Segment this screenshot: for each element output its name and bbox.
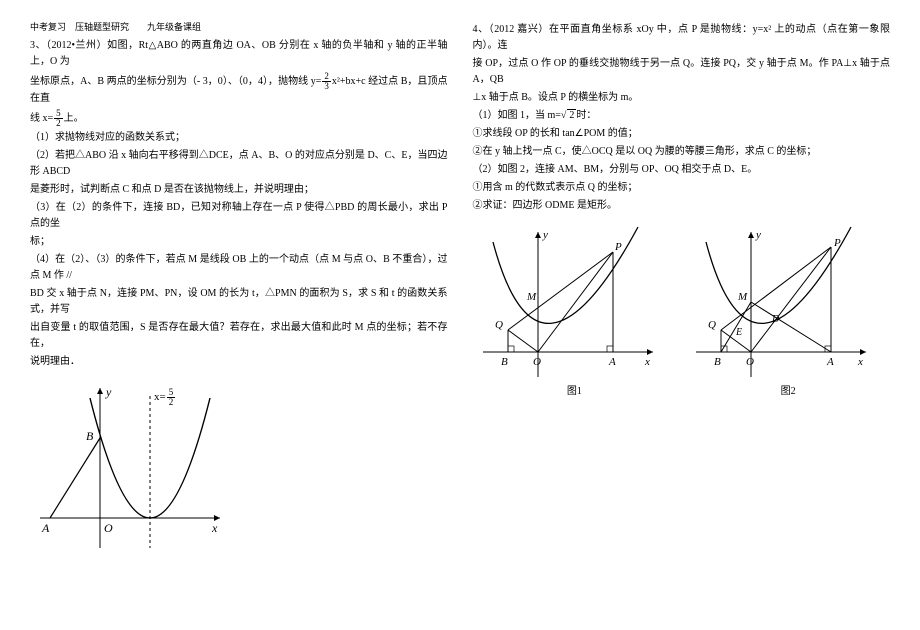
svg-text:O: O <box>533 356 541 368</box>
svg-text:x: x <box>644 356 650 368</box>
text: （1）如图 1，当 m= <box>473 110 561 121</box>
figure1-box: P Q M B O A x y 图1 <box>473 222 677 400</box>
q4b: BD 交 x 轴于点 N，连接 PM、PN，设 OM 的长为 t，△PMN 的面… <box>30 286 448 318</box>
svg-text:x: x <box>211 521 218 535</box>
problem4-b: 接 OP，过点 O 作 OP 的垂线交抛物线于另一点 Q。连接 PQ，交 y 轴… <box>473 56 891 88</box>
q2a: （2）如图 2，连接 AM、BM，分别与 OP、OQ 相交于点 D、E。 <box>473 162 891 178</box>
figure-left: B A O x y x=52 <box>30 378 448 558</box>
q2-2: ②求证：四边形 ODME 是矩形。 <box>473 198 891 214</box>
q1: （1）如图 1，当 m=√2时： <box>473 108 891 124</box>
svg-text:P: P <box>614 241 622 253</box>
q1: （1）求抛物线对应的函数关系式； <box>30 130 448 146</box>
svg-text:D: D <box>771 314 780 325</box>
svg-text:O: O <box>746 356 754 368</box>
svg-text:y: y <box>105 385 112 399</box>
fraction-2-3: 23 <box>322 72 331 91</box>
svg-text:M: M <box>526 291 537 303</box>
symmetry-label: x=52 <box>154 388 176 407</box>
figure2: P Q M D E B O A x y <box>686 222 876 382</box>
figures-right: P Q M B O A x y 图1 <box>473 222 891 400</box>
text: 坐标原点，A、B 两点的坐标分别为（- 3，0）、（0，4），抛物线 y= <box>30 76 321 87</box>
svg-text:O: O <box>104 521 113 535</box>
svg-text:y: y <box>755 229 761 241</box>
fraction-5-2-fig: 52 <box>167 388 176 407</box>
svg-text:B: B <box>501 356 508 368</box>
q1-1: ①求线段 OP 的长和 tan∠POM 的值； <box>473 126 891 142</box>
fraction-5-2: 52 <box>54 109 63 128</box>
svg-text:x: x <box>857 356 863 368</box>
svg-text:Q: Q <box>708 319 716 331</box>
q4a: （4）在（2）、（3）的条件下，若点 M 是线段 OB 上的一个动点（点 M 与… <box>30 252 448 284</box>
problem3-intro: 3、（2012•兰州）如图，Rt△ABO 的两直角边 OA、OB 分别在 x 轴… <box>30 38 448 70</box>
fig1-label: 图1 <box>473 384 677 400</box>
q3a: （3）在（2）的条件下，连接 BD，已知对称轴上存在一点 P 使得△PBD 的周… <box>30 200 448 232</box>
q3b: 标； <box>30 234 448 250</box>
svg-text:A: A <box>608 356 616 368</box>
left-column: 中考复习 压轴题型研究 九年级备课组 3、（2012•兰州）如图，Rt△ABO … <box>30 20 448 558</box>
q2-1: ①用含 m 的代数式表示点 Q 的坐标； <box>473 180 891 196</box>
svg-text:y: y <box>542 229 548 241</box>
text: 时： <box>576 110 596 121</box>
svg-text:E: E <box>735 327 742 338</box>
figure1: P Q M B O A x y <box>473 222 663 382</box>
right-column: 4、（2012 嘉兴）在平面直角坐标系 xOy 中，点 P 是抛物线：y=x² … <box>473 20 891 558</box>
denominator: 2 <box>54 119 63 128</box>
parabola-figure: B A O x y <box>30 378 230 558</box>
q2a: （2）若把△ABO 沿 x 轴向右平移得到△DCE，点 A、B、O 的对应点分别… <box>30 148 448 180</box>
q4d: 说明理由． <box>30 354 448 370</box>
svg-text:M: M <box>737 291 748 303</box>
svg-text:Q: Q <box>495 319 503 331</box>
page-header: 中考复习 压轴题型研究 九年级备课组 <box>30 20 448 34</box>
page: 中考复习 压轴题型研究 九年级备课组 3、（2012•兰州）如图，Rt△ABO … <box>0 0 920 578</box>
sqrt-sign: √ <box>561 110 567 121</box>
svg-text:A: A <box>41 521 50 535</box>
problem3-intro3: 线 x=52上。 <box>30 109 448 128</box>
figure2-box: P Q M D E B O A x y 图2 <box>686 222 890 400</box>
problem3-intro2: 坐标原点，A、B 两点的坐标分别为（- 3，0）、（0，4），抛物线 y=23x… <box>30 72 448 107</box>
text: x= <box>154 391 166 403</box>
text: 3、（2012•兰州）如图，Rt△ABO 的两直角边 OA、OB 分别在 x 轴… <box>30 40 448 67</box>
problem4-a: 4、（2012 嘉兴）在平面直角坐标系 xOy 中，点 P 是抛物线：y=x² … <box>473 22 891 54</box>
q2b: 是菱形时，试判断点 C 和点 D 是否在该抛物线上，并说明理由； <box>30 182 448 198</box>
svg-text:P: P <box>833 237 841 249</box>
denominator: 3 <box>322 82 331 91</box>
text: 线 x= <box>30 113 53 124</box>
q1-2: ②在 y 轴上找一点 C，使△OCQ 是以 OQ 为腰的等腰三角形，求点 C 的… <box>473 144 891 160</box>
text: 上。 <box>64 113 84 124</box>
problem4-c: ⊥x 轴于点 B。设点 P 的横坐标为 m。 <box>473 90 891 106</box>
svg-text:B: B <box>714 356 721 368</box>
svg-text:B: B <box>86 429 94 443</box>
svg-text:A: A <box>826 356 834 368</box>
fig2-label: 图2 <box>686 384 890 400</box>
denominator: 2 <box>167 398 176 407</box>
q4c: 出自变量 t 的取值范围，S 是否存在最大值？若存在，求出最大值和此时 M 点的… <box>30 320 448 352</box>
